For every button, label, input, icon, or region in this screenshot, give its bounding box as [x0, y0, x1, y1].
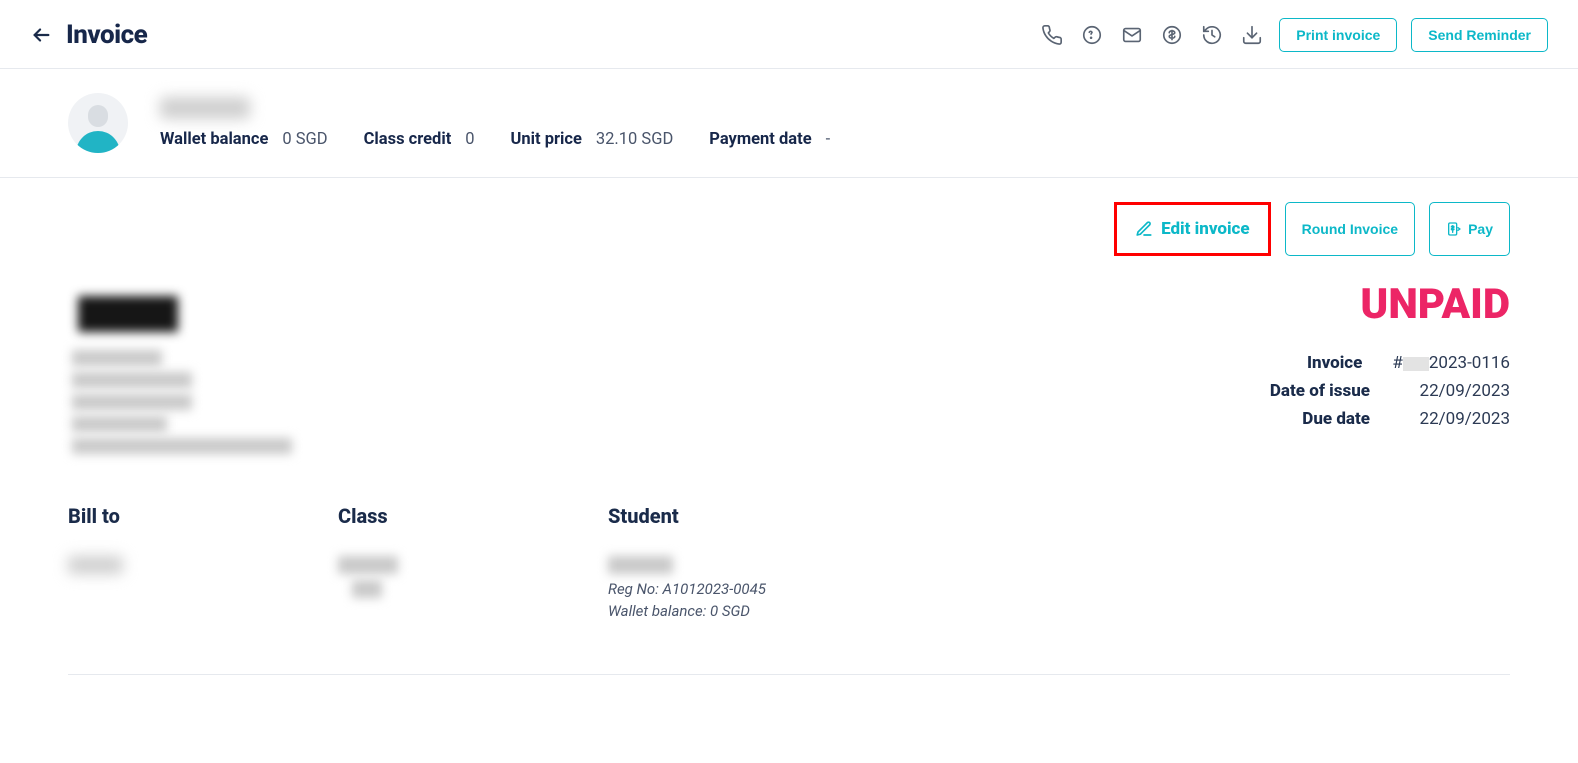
class-column: Class: [338, 504, 488, 624]
history-icon[interactable]: [1199, 22, 1225, 48]
payment-date-item: Payment date -: [709, 129, 830, 149]
date-of-issue-label: Date of issue: [1270, 381, 1370, 401]
invoice-number-redacted-part: [1403, 357, 1429, 371]
summary-column: Wallet balance 0 SGD Class credit 0 Unit…: [160, 97, 830, 149]
unit-price-value: 32.10 SGD: [596, 130, 673, 149]
bill-to-title: Bill to: [68, 504, 218, 528]
status-block: UNPAID Invoice #2023-0116 Date of issue …: [1270, 280, 1510, 437]
company-logo-redacted: [78, 296, 178, 332]
action-row: Edit invoice Round Invoice Pay: [68, 202, 1510, 256]
invoice-number-suffix: 2023-0116: [1429, 353, 1510, 373]
pay-button[interactable]: Pay: [1429, 202, 1510, 256]
company-line-redacted: [72, 372, 192, 388]
wallet-balance-label: Wallet balance: [160, 130, 268, 149]
avatar: [68, 93, 128, 153]
class-title: Class: [338, 504, 488, 528]
back-arrow-icon[interactable]: [30, 24, 52, 46]
class-credit-value: 0: [465, 130, 474, 149]
pencil-icon: [1135, 220, 1153, 238]
invoice-number-prefix: #: [1392, 353, 1402, 373]
print-invoice-button[interactable]: Print invoice: [1279, 18, 1397, 52]
payment-date-label: Payment date: [709, 130, 811, 149]
company-line-redacted: [72, 416, 167, 432]
phone-icon[interactable]: [1039, 22, 1065, 48]
bill-to-name-redacted: [68, 556, 123, 574]
parties-row: Bill to Class Student Reg No: A1012023-0…: [68, 504, 1510, 675]
company-block-redacted: [68, 280, 292, 460]
wallet-balance-item: Wallet balance 0 SGD: [160, 129, 328, 149]
top-toolbar-left: Invoice: [30, 20, 147, 50]
class-credit-item: Class credit 0: [364, 129, 475, 149]
student-title: Student: [608, 504, 766, 528]
invoice-number-label: Invoice: [1307, 353, 1362, 373]
student-column: Student Reg No: A1012023-0045 Wallet bal…: [608, 504, 766, 624]
due-date-value: 22/09/2023: [1400, 409, 1510, 429]
download-icon[interactable]: [1239, 22, 1265, 48]
meta-date-of-issue-row: Date of issue 22/09/2023: [1270, 381, 1510, 401]
status-unpaid: UNPAID: [1270, 280, 1510, 329]
invoice-header-row: UNPAID Invoice #2023-0116 Date of issue …: [68, 280, 1510, 460]
student-name-redacted: [608, 556, 673, 574]
due-date-label: Due date: [1302, 409, 1370, 429]
send-reminder-button[interactable]: Send Reminder: [1411, 18, 1548, 52]
top-toolbar: Invoice Print invoice Send Reminder: [0, 0, 1578, 69]
edit-invoice-highlight: Edit invoice: [1114, 202, 1271, 256]
class-name-redacted: [352, 580, 382, 598]
date-of-issue-value: 22/09/2023: [1400, 381, 1510, 401]
pay-label: Pay: [1468, 221, 1493, 237]
unit-price-label: Unit price: [511, 130, 582, 149]
summary-line: Wallet balance 0 SGD Class credit 0 Unit…: [160, 129, 830, 149]
payment-date-value: -: [826, 130, 831, 149]
invoice-number-value: #2023-0116: [1392, 353, 1510, 373]
student-summary-strip: Wallet balance 0 SGD Class credit 0 Unit…: [0, 69, 1578, 178]
company-line-redacted: [72, 350, 162, 366]
company-line-redacted: [72, 394, 192, 410]
page-title: Invoice: [66, 20, 147, 50]
pay-icon: [1446, 221, 1462, 237]
student-wallet: Wallet balance: 0 SGD: [608, 602, 766, 620]
company-line-redacted: [72, 438, 292, 454]
edit-invoice-button[interactable]: Edit invoice: [1129, 211, 1256, 247]
class-credit-label: Class credit: [364, 130, 452, 149]
student-reg-no: Reg No: A1012023-0045: [608, 580, 766, 598]
unit-price-item: Unit price 32.10 SGD: [511, 129, 674, 149]
bill-to-column: Bill to: [68, 504, 218, 624]
edit-invoice-label: Edit invoice: [1161, 219, 1250, 239]
meta-due-date-row: Due date 22/09/2023: [1270, 409, 1510, 429]
whatsapp-icon[interactable]: [1079, 22, 1105, 48]
email-icon[interactable]: [1119, 22, 1145, 48]
meta-invoice-number-row: Invoice #2023-0116: [1270, 353, 1510, 373]
wallet-balance-value: 0 SGD: [282, 130, 327, 149]
content: Edit invoice Round Invoice Pay UNPAID In…: [0, 178, 1578, 715]
top-toolbar-right: Print invoice Send Reminder: [1039, 18, 1548, 52]
class-name-redacted: [338, 556, 398, 574]
student-name-redacted: [160, 97, 250, 119]
round-invoice-button[interactable]: Round Invoice: [1285, 202, 1415, 256]
currency-icon[interactable]: [1159, 22, 1185, 48]
